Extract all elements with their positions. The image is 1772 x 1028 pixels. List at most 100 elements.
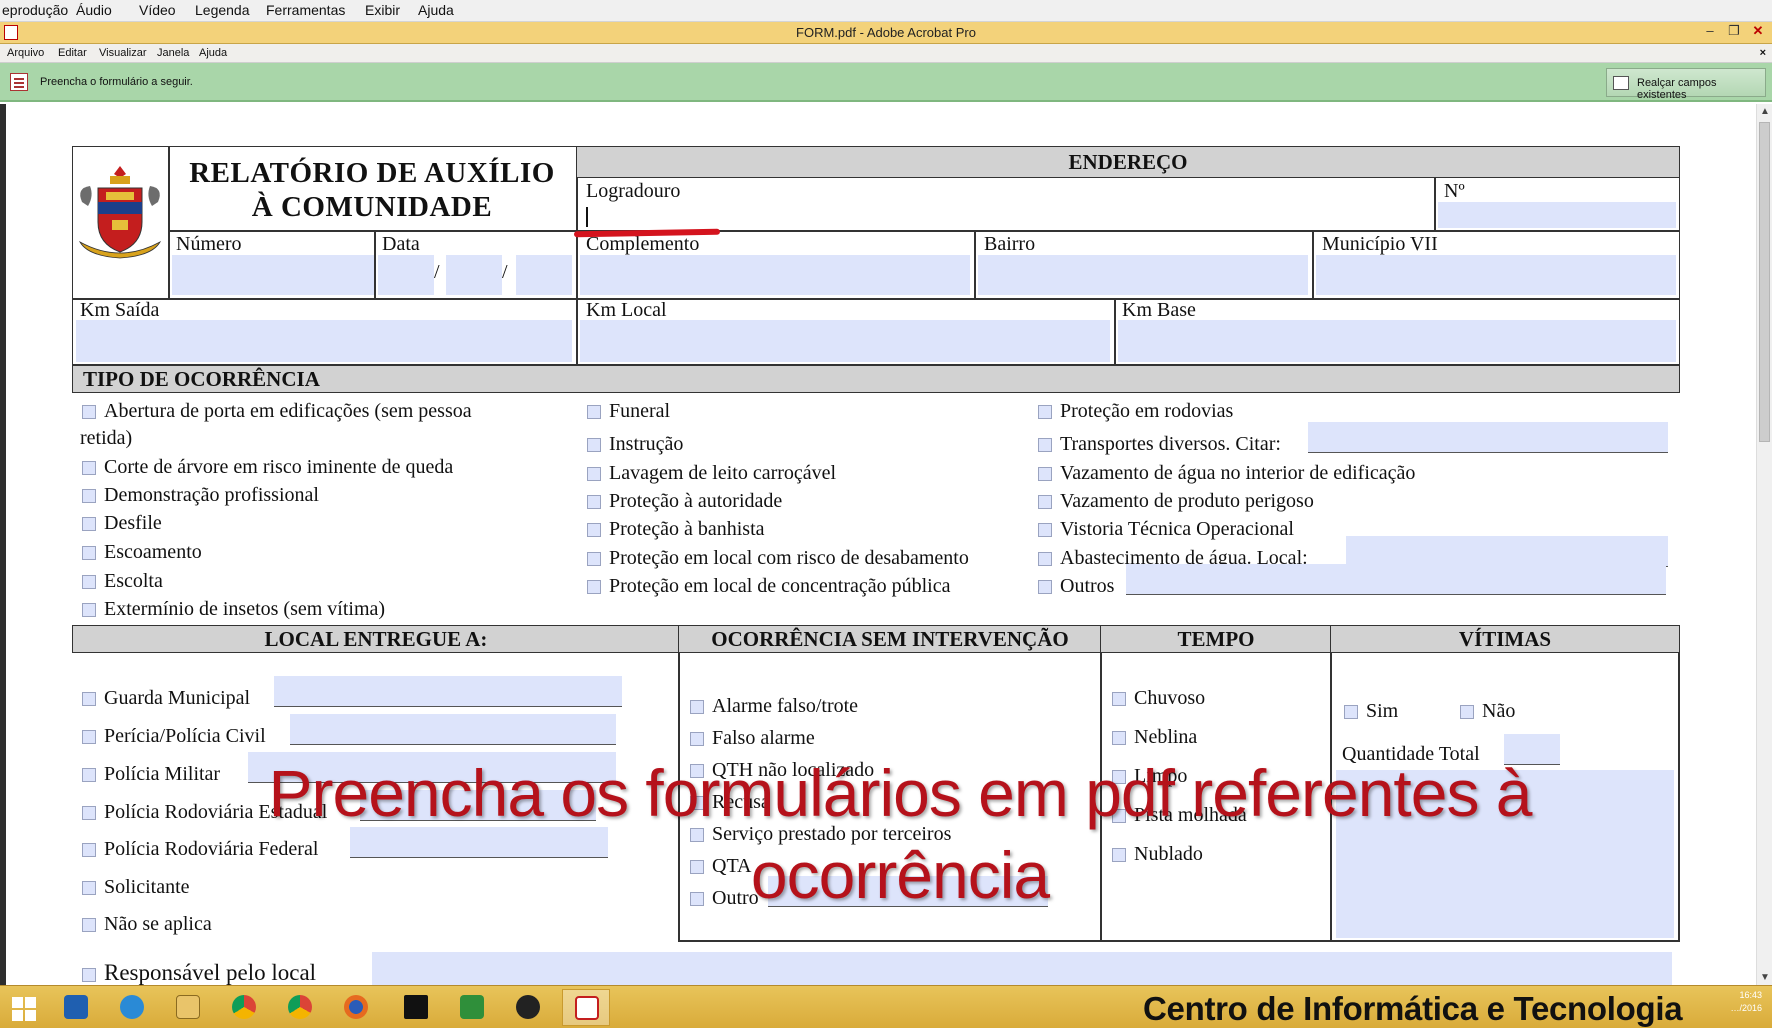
- menu-visualizar[interactable]: Visualizar: [99, 47, 147, 59]
- checkbox-funeral[interactable]: [587, 405, 601, 419]
- numero-endereco-field[interactable]: [1438, 202, 1676, 228]
- local-policia-militar-label: Polícia Militar: [104, 763, 221, 785]
- firefox-icon[interactable]: [332, 989, 380, 1026]
- text-caret: [586, 207, 588, 227]
- checkbox-corte-arvore[interactable]: [82, 461, 96, 475]
- tipo-corte-arvore-label: Corte de árvore em risco iminente de que…: [104, 456, 454, 478]
- checkbox-abastecimento[interactable]: [1038, 552, 1052, 566]
- camtasia-icon[interactable]: [448, 989, 496, 1026]
- data-year-field[interactable]: [516, 255, 572, 295]
- checkbox-vitimas-nao[interactable]: [1460, 705, 1474, 719]
- tipo-exterminio-label: Extermínio de insetos (sem vítima): [104, 598, 386, 620]
- scroll-down-icon[interactable]: ▼: [1760, 972, 1770, 983]
- minimize-button[interactable]: –: [1700, 23, 1720, 38]
- form-title: RELATÓRIO DE AUXÍLIO À COMUNIDADE: [172, 156, 572, 224]
- file-explorer-icon[interactable]: [164, 989, 212, 1026]
- checkbox-neblina[interactable]: [1112, 731, 1126, 745]
- checkbox-instrucao[interactable]: [587, 438, 601, 452]
- menu-arquivo[interactable]: Arquivo: [7, 47, 44, 59]
- checkbox-falso-alarme[interactable]: [690, 732, 704, 746]
- data-month-field[interactable]: [446, 255, 502, 295]
- checkbox-policia-militar[interactable]: [82, 768, 96, 782]
- km-saida-field[interactable]: [76, 320, 572, 362]
- checkbox-demonstracao[interactable]: [82, 489, 96, 503]
- municipio-field[interactable]: [1316, 255, 1676, 295]
- checkbox-vitimas-sim[interactable]: [1344, 705, 1358, 719]
- pericia-civil-field[interactable]: [290, 714, 616, 744]
- menu-editar[interactable]: Editar: [58, 47, 87, 59]
- menu-janela[interactable]: Janela: [157, 47, 189, 59]
- checkbox-responsavel[interactable]: [82, 968, 96, 982]
- checkbox-guarda-municipal[interactable]: [82, 692, 96, 706]
- km-local-field[interactable]: [580, 320, 1110, 362]
- tipo-abertura-porta-wrap: retida): [80, 427, 133, 449]
- system-clock[interactable]: 16:43 …/2016: [1730, 989, 1762, 1015]
- data-day-field[interactable]: [378, 255, 434, 295]
- checkbox-protecao-concentracao[interactable]: [587, 580, 601, 594]
- checkbox-alarme-falso-trote[interactable]: [690, 700, 704, 714]
- local-entregue-header: LOCAL ENTREGUE A:: [72, 625, 680, 653]
- checkbox-protecao-autoridade[interactable]: [587, 495, 601, 509]
- internet-explorer-icon[interactable]: [108, 989, 156, 1026]
- bairro-field[interactable]: [978, 255, 1308, 295]
- checkbox-chuvoso[interactable]: [1112, 692, 1126, 706]
- km-base-field[interactable]: [1118, 320, 1676, 362]
- checkbox-protecao-rodovias[interactable]: [1038, 405, 1052, 419]
- menu-item-ajuda[interactable]: Ajuda: [418, 2, 454, 18]
- tempo-header: TEMPO: [1100, 625, 1332, 653]
- checkbox-outros[interactable]: [1038, 580, 1052, 594]
- vertical-scrollbar[interactable]: ▲ ▼: [1756, 104, 1772, 985]
- form-message: Preencha o formulário a seguir.: [40, 76, 193, 88]
- menu-item-reproducao[interactable]: eprodução: [2, 2, 68, 18]
- checkbox-protecao-desabamento[interactable]: [587, 552, 601, 566]
- chrome-icon[interactable]: [276, 989, 324, 1026]
- checkbox-transportes[interactable]: [1038, 438, 1052, 452]
- menu-item-video[interactable]: Vídeo: [139, 2, 176, 18]
- responsavel-field[interactable]: [372, 952, 1672, 988]
- checkbox-escoamento[interactable]: [82, 546, 96, 560]
- tipo-funeral-label: Funeral: [609, 400, 671, 422]
- restore-button[interactable]: ❐: [1724, 23, 1744, 39]
- tipo-vazamento-agua-label: Vazamento de água no interior de edifica…: [1060, 462, 1416, 484]
- local-pericia-civil-label: Perícia/Polícia Civil: [104, 725, 266, 747]
- checkbox-protecao-banhista[interactable]: [587, 523, 601, 537]
- checkbox-desfile[interactable]: [82, 517, 96, 531]
- document-close-icon[interactable]: ×: [1760, 47, 1766, 59]
- terminal-icon[interactable]: [392, 989, 440, 1026]
- scroll-up-icon[interactable]: ▲: [1760, 106, 1770, 117]
- menu-item-exibir[interactable]: Exibir: [365, 2, 400, 18]
- menu-item-audio[interactable]: Áudio: [76, 2, 112, 18]
- checkbox-nao-se-aplica[interactable]: [82, 918, 96, 932]
- outlook-icon[interactable]: [52, 989, 100, 1026]
- data-separator: /: [434, 261, 440, 283]
- film-reel-icon[interactable]: [504, 989, 552, 1026]
- checkbox-vazamento-produto[interactable]: [1038, 495, 1052, 509]
- transportes-citar-field[interactable]: [1308, 422, 1668, 452]
- close-button[interactable]: ✕: [1748, 23, 1768, 39]
- complemento-field[interactable]: [580, 255, 970, 295]
- numero-field[interactable]: [172, 255, 374, 295]
- checkbox-rodoviaria-estadual[interactable]: [82, 806, 96, 820]
- menu-ajuda[interactable]: Ajuda: [199, 47, 227, 59]
- checkbox-pericia-civil[interactable]: [82, 730, 96, 744]
- scrollbar-thumb[interactable]: [1759, 122, 1770, 442]
- numero-label: Número: [176, 233, 242, 255]
- guarda-municipal-field[interactable]: [274, 676, 622, 706]
- checkbox-escolta[interactable]: [82, 575, 96, 589]
- chrome-icon[interactable]: [220, 989, 268, 1026]
- outros-field[interactable]: [1126, 564, 1666, 594]
- checkbox-exterminio[interactable]: [82, 603, 96, 617]
- checkbox-vistoria[interactable]: [1038, 523, 1052, 537]
- checkbox-solicitante[interactable]: [82, 881, 96, 895]
- checkbox-rodoviaria-federal[interactable]: [82, 843, 96, 857]
- acrobat-icon[interactable]: [562, 989, 610, 1026]
- menu-item-legenda[interactable]: Legenda: [195, 2, 250, 18]
- checkbox-abertura-porta[interactable]: [82, 405, 96, 419]
- checkbox-lavagem[interactable]: [587, 467, 601, 481]
- logradouro-label: Logradouro: [586, 180, 681, 202]
- checkbox-vazamento-agua[interactable]: [1038, 467, 1052, 481]
- abastecimento-local-field[interactable]: [1346, 536, 1668, 566]
- menu-item-ferramentas[interactable]: Ferramentas: [266, 2, 345, 18]
- windows-start-icon[interactable]: [0, 989, 48, 1026]
- highlight-fields-button[interactable]: Realçar campos existentes: [1606, 68, 1766, 101]
